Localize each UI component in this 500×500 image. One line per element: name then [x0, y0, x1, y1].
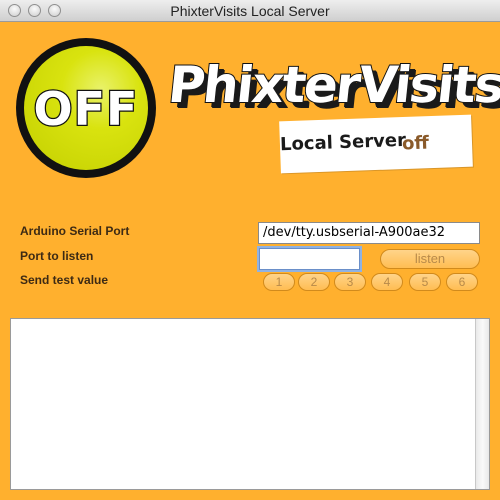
send-test-label: Send test value	[20, 273, 109, 287]
serial-port-field[interactable]: /dev/tty.usbserial-A900ae32	[258, 222, 480, 244]
listen-button[interactable]: listen	[380, 249, 480, 269]
test-value-button-3[interactable]: 3	[334, 273, 366, 291]
listen-port-field[interactable]	[259, 248, 360, 270]
log-textarea[interactable]	[10, 318, 490, 490]
listen-port-label: Port to listen	[20, 249, 94, 263]
test-value-button-2[interactable]: 2	[298, 273, 330, 291]
test-value-button-4[interactable]: 4	[371, 273, 403, 291]
test-value-button-5[interactable]: 5	[409, 273, 441, 291]
window-titlebar[interactable]: PhixterVisits Local Server	[0, 0, 500, 22]
log-scrollbar[interactable]	[475, 319, 489, 489]
serial-port-label: Arduino Serial Port	[20, 224, 130, 238]
test-value-button-1[interactable]: 1	[263, 273, 295, 291]
test-value-button-6[interactable]: 6	[446, 273, 478, 291]
status-badge-text: OFF	[32, 81, 139, 138]
subtitle-label: Local Server	[279, 129, 407, 156]
window-title: PhixterVisits Local Server	[170, 3, 330, 19]
server-status-text: off	[401, 132, 430, 155]
server-status-indicator: OFF	[16, 38, 156, 178]
